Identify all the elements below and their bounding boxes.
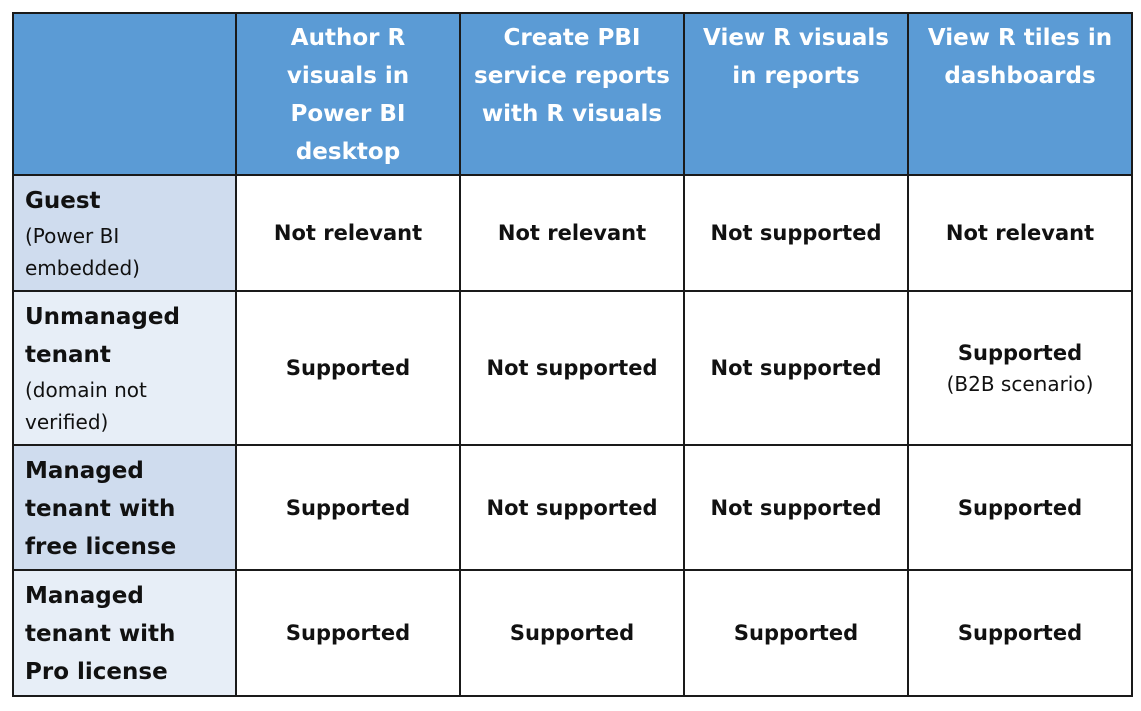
table-row-managed-free: Managed tenant with free license Support…	[12, 444, 1133, 571]
row-header-subtitle: (domain not verified)	[25, 378, 147, 434]
cell-value: Supported	[733, 621, 859, 645]
table-cell: Not relevant	[459, 174, 685, 292]
table-cell: Supported	[907, 569, 1133, 697]
table-cell: Supported	[459, 569, 685, 697]
table-cell: Supported	[907, 444, 1133, 571]
table-cell: Not supported	[683, 174, 909, 292]
cell-value: Not supported	[710, 495, 882, 520]
support-matrix-table: Author R visuals in Power BI desktop Cre…	[12, 12, 1133, 697]
cell-value: Supported	[509, 621, 635, 645]
column-header-label: View R tiles in dashboards	[927, 25, 1113, 89]
row-header-subtitle: (Power BI embedded)	[25, 224, 140, 280]
cell-note: (B2B scenario)	[946, 372, 1094, 396]
column-header-label: Author R visuals in Power BI desktop	[286, 25, 410, 165]
table-row-guest: Guest (Power BI embedded) Not relevant N…	[12, 174, 1133, 292]
column-header-label: Create PBI service reports with R visual…	[474, 25, 670, 127]
header-row: Author R visuals in Power BI desktop Cre…	[12, 12, 1133, 176]
cell-value: Not relevant	[945, 221, 1095, 245]
cell-value: Supported	[285, 356, 411, 380]
table-cell: Not supported	[459, 444, 685, 571]
table-cell: Supported	[235, 290, 461, 446]
row-header-title: Managed tenant with Pro license	[25, 583, 176, 685]
table-cell: Not supported	[459, 290, 685, 446]
cell-value: Supported	[285, 495, 411, 520]
cell-value: Not supported	[710, 356, 882, 380]
table-cell: Supported (B2B scenario)	[907, 290, 1133, 446]
column-header-view-r-visuals: View R visuals in reports	[683, 12, 909, 176]
row-header-title: Guest	[25, 188, 101, 214]
table-cell: Not supported	[683, 444, 909, 571]
table-cell: Supported	[235, 569, 461, 697]
column-header-view-r-tiles: View R tiles in dashboards	[907, 12, 1133, 176]
table-row-managed-pro: Managed tenant with Pro license Supporte…	[12, 569, 1133, 697]
column-header-create-pbi-reports: Create PBI service reports with R visual…	[459, 12, 685, 176]
cell-value: Supported	[285, 621, 411, 645]
table-row-unmanaged-tenant: Unmanaged tenant (domain not verified) S…	[12, 290, 1133, 446]
cell-value: Supported	[957, 495, 1083, 520]
cell-value: Not supported	[486, 356, 658, 380]
row-header-title: Managed tenant with free license	[25, 458, 177, 560]
column-header-author-r-visuals: Author R visuals in Power BI desktop	[235, 12, 461, 176]
row-header-managed-free: Managed tenant with free license	[12, 444, 237, 571]
table-cell: Not relevant	[907, 174, 1133, 292]
cell-value: Supported	[957, 341, 1083, 365]
row-header-managed-pro: Managed tenant with Pro license	[12, 569, 237, 697]
row-header-title: Unmanaged tenant	[25, 304, 180, 368]
table-cell: Not relevant	[235, 174, 461, 292]
table-cell: Not supported	[683, 290, 909, 446]
cell-value: Not relevant	[273, 221, 423, 245]
cell-value: Not relevant	[497, 221, 647, 245]
table-cell: Supported	[683, 569, 909, 697]
cell-value: Not supported	[710, 221, 882, 245]
corner-cell	[12, 12, 237, 176]
cell-value: Not supported	[486, 495, 658, 520]
row-header-unmanaged-tenant: Unmanaged tenant (domain not verified)	[12, 290, 237, 446]
table-cell: Supported	[235, 444, 461, 571]
cell-value: Supported	[957, 621, 1083, 645]
column-header-label: View R visuals in reports	[703, 25, 889, 89]
row-header-guest: Guest (Power BI embedded)	[12, 174, 237, 292]
